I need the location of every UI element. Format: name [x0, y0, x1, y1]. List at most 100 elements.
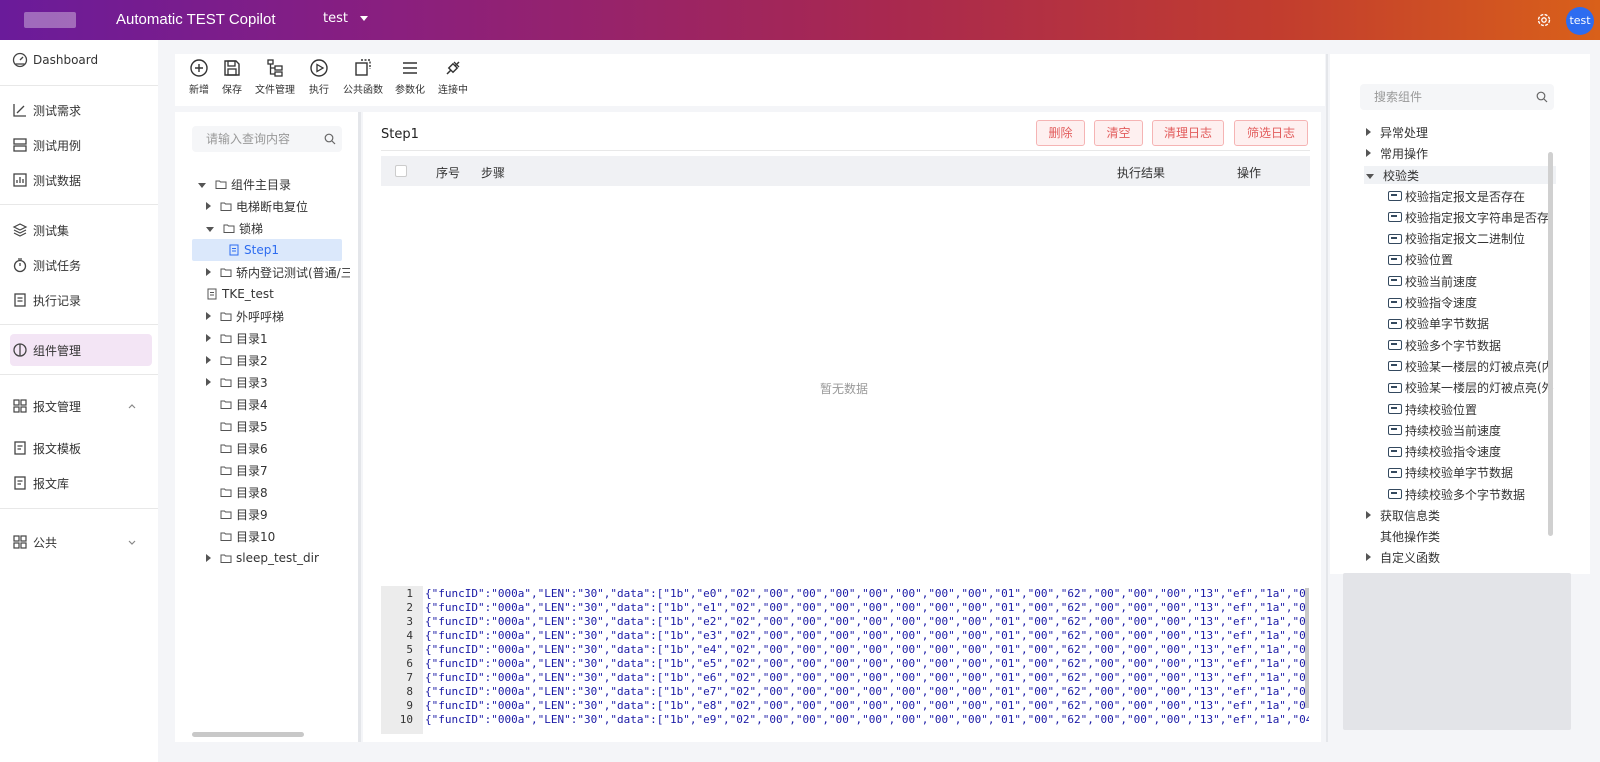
tree-node[interactable]: TKE_test — [206, 284, 350, 304]
code-line: 8 {"funcID":"000a","LEN":"30","data":["1b… — [381, 685, 1309, 699]
sidebar-item-test-tasks[interactable]: 测试任务 — [10, 249, 152, 281]
caret-right-icon[interactable] — [206, 356, 211, 364]
chevron-down-icon[interactable] — [127, 537, 137, 547]
sidebar-item-exec-records[interactable]: 执行记录 — [10, 284, 152, 316]
component-item[interactable]: 校验当前速度 — [1388, 271, 1556, 291]
tree-node[interactable]: 锁梯 — [206, 218, 350, 238]
search-icon[interactable] — [1536, 91, 1548, 103]
file-manage-button[interactable]: 文件管理 — [253, 58, 297, 96]
splitter[interactable] — [1326, 54, 1328, 742]
clear-button[interactable]: 清空 — [1094, 120, 1143, 146]
component-item[interactable]: 校验指定报文二进制位 — [1388, 229, 1556, 249]
tree-node[interactable]: 目录8 — [206, 482, 350, 502]
tree-node[interactable]: Step1 — [228, 240, 350, 260]
tree-node-label: TKE_test — [222, 287, 274, 301]
caret-right-icon[interactable] — [206, 378, 211, 386]
caret-right-icon[interactable] — [206, 312, 211, 320]
caret-right-icon[interactable] — [206, 334, 211, 342]
logo — [24, 12, 76, 28]
tree-node[interactable]: 电梯断电复位 — [206, 196, 350, 216]
splitter[interactable] — [358, 112, 361, 742]
component-item[interactable]: 校验指令速度 — [1388, 293, 1556, 313]
component-item[interactable]: 校验位置 — [1388, 250, 1556, 270]
code-editor[interactable]: 1 {"funcID":"000a","LEN":"30","data":["1b… — [381, 586, 1309, 734]
component-item[interactable]: 校验某一楼层的灯被点亮(内 — [1388, 356, 1556, 376]
component-item[interactable]: 校验单字节数据 — [1388, 314, 1556, 334]
chevron-down-icon[interactable] — [360, 16, 368, 21]
sidebar-item-message-management[interactable]: 报文管理 — [10, 390, 152, 422]
component-item[interactable]: 持续校验单字节数据 — [1388, 463, 1556, 483]
tree-node[interactable]: 外呼呼梯 — [206, 306, 350, 326]
tree-node[interactable]: 目录7 — [206, 460, 350, 480]
tree-node[interactable]: 目录3 — [206, 372, 350, 392]
search-icon[interactable] — [324, 133, 336, 145]
group-verify[interactable]: 校验类 — [1366, 165, 1419, 185]
component-item[interactable]: 持续校验指令速度 — [1388, 442, 1556, 462]
tree-node[interactable]: sleep_test_dir — [206, 548, 350, 568]
new-button[interactable]: 新增 — [186, 58, 212, 96]
component-item[interactable]: 持续校验位置 — [1388, 399, 1556, 419]
sidebar-item-public[interactable]: 公共 — [10, 526, 152, 558]
component-scrollbar[interactable] — [1548, 152, 1553, 536]
project-selector[interactable]: test — [323, 11, 348, 26]
sidebar-item-label: 执行记录 — [33, 293, 82, 308]
tree-node[interactable]: 目录4 — [206, 394, 350, 414]
group-get-info[interactable]: 获取信息类 — [1366, 505, 1440, 525]
function-icon — [355, 59, 371, 76]
caret-down-icon[interactable] — [206, 226, 214, 232]
component-item[interactable]: 持续校验当前速度 — [1388, 420, 1556, 440]
public-func-button[interactable]: 公共函数 — [341, 58, 385, 96]
caret-right-icon[interactable] — [206, 268, 211, 276]
tree-search-input[interactable]: 请输入查询内容 — [192, 126, 342, 152]
tree-node[interactable]: 目录6 — [206, 438, 350, 458]
group-custom[interactable]: 自定义函数 — [1366, 547, 1440, 567]
component-item[interactable]: 持续校验多个字节数据 — [1388, 484, 1556, 504]
sidebar-item-test-cases[interactable]: 测试用例 — [10, 129, 152, 161]
gear-icon[interactable] — [1536, 12, 1552, 28]
component-item[interactable]: 校验多个字节数据 — [1388, 335, 1556, 355]
execute-button[interactable]: 执行 — [306, 58, 332, 96]
tree-node[interactable]: 目录5 — [206, 416, 350, 436]
component-item-label: 校验单字节数据 — [1405, 317, 1490, 332]
sidebar-item-label: 测试集 — [33, 223, 70, 238]
caret-down-icon[interactable] — [198, 182, 206, 188]
tree-node[interactable]: 目录10 — [206, 526, 350, 546]
filter-log-button[interactable]: 筛选日志 — [1234, 120, 1308, 146]
parameterize-button[interactable]: 参数化 — [393, 58, 427, 96]
tree-node[interactable]: 目录1 — [206, 328, 350, 348]
clear-log-button[interactable]: 清理日志 — [1152, 120, 1224, 146]
sidebar-item-test-requirements[interactable]: 测试需求 — [10, 94, 152, 126]
sidebar-item-dashboard[interactable]: Dashboard — [10, 44, 152, 76]
line-number: 5 — [406, 643, 413, 656]
sidebar-item-test-data[interactable]: 测试数据 — [10, 164, 152, 196]
connection-button[interactable]: 连接中 — [435, 58, 471, 96]
avatar[interactable]: test — [1566, 7, 1594, 35]
folder-icon — [220, 488, 232, 497]
component-item[interactable]: 校验指定报文字符串是否存 — [1388, 207, 1556, 227]
component-item-label: 持续校验多个字节数据 — [1405, 487, 1526, 502]
tree-node[interactable]: 目录9 — [206, 504, 350, 524]
component-search-input[interactable]: 搜索组件 — [1360, 84, 1554, 110]
component-item[interactable]: 校验某一楼层的灯被点亮(外 — [1388, 378, 1556, 398]
component-item-label: 校验指定报文字符串是否存 — [1405, 210, 1550, 225]
sidebar-item-test-sets[interactable]: 测试集 — [10, 214, 152, 246]
group-exception[interactable]: 异常处理 — [1366, 122, 1428, 142]
delete-button[interactable]: 删除 — [1036, 120, 1085, 146]
tree-node[interactable]: 轿内登记测试(普通/三 — [206, 262, 350, 282]
caret-right-icon[interactable] — [206, 554, 211, 562]
sidebar-item-message-library[interactable]: 报文库 — [10, 467, 152, 499]
select-all-checkbox[interactable] — [395, 165, 407, 177]
sidebar-item-message-templates[interactable]: 报文模板 — [10, 432, 152, 464]
chevron-up-icon[interactable] — [127, 401, 137, 411]
tree-scrollbar[interactable] — [192, 732, 304, 737]
editor-scrollbar[interactable] — [1305, 588, 1309, 708]
code-line: 3 {"funcID":"000a","LEN":"30","data":["1b… — [381, 615, 1309, 629]
save-button[interactable]: 保存 — [219, 58, 245, 96]
group-other[interactable]: 其他操作类 — [1380, 526, 1440, 546]
sidebar-item-component-management[interactable]: 组件管理 — [10, 334, 152, 366]
tree-node[interactable]: 目录2 — [206, 350, 350, 370]
group-common[interactable]: 常用操作 — [1366, 143, 1428, 163]
tree-node[interactable]: 组件主目录 — [198, 174, 350, 194]
component-item[interactable]: 校验指定报文是否存在 — [1388, 186, 1556, 206]
caret-right-icon[interactable] — [206, 202, 211, 210]
